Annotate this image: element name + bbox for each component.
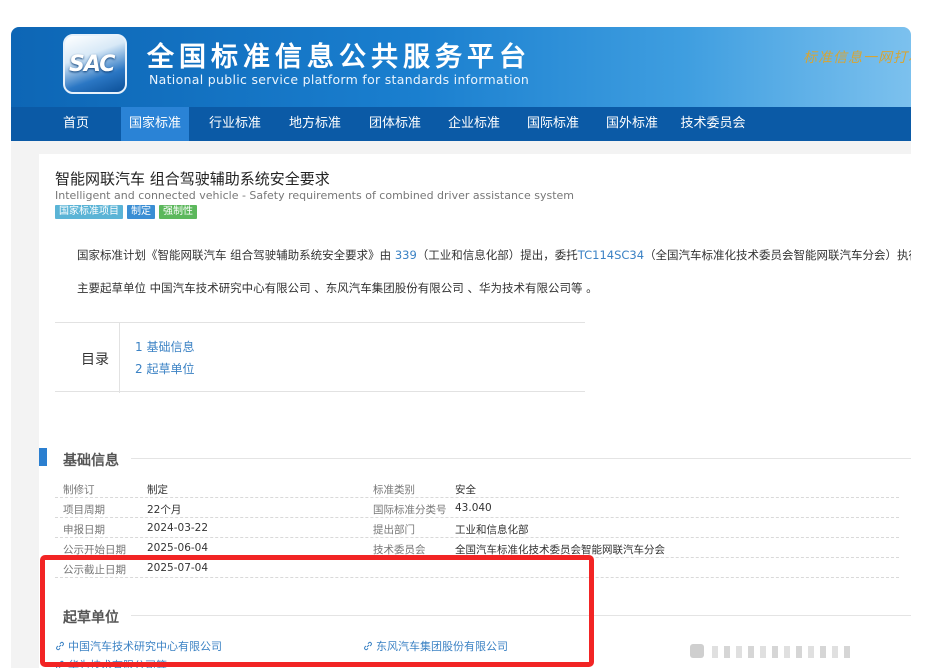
info-label: 申报日期	[63, 524, 105, 536]
info-row: 制修订 制定 标准类别 安全	[55, 478, 899, 498]
info-label: 标准类别	[373, 484, 415, 496]
nav-technical-committees[interactable]: 技术委员会	[675, 107, 751, 141]
section-rule	[131, 458, 911, 459]
nav-foreign-standards[interactable]: 国外标准	[598, 107, 666, 141]
sac-logo[interactable]: SAC	[63, 34, 127, 94]
summary-middle: （工业和信息化部）提出，委托	[416, 248, 578, 262]
info-label: 国际标准分类号	[373, 504, 447, 516]
toc-divider	[119, 323, 120, 393]
section-marker	[39, 448, 47, 466]
main-nav: 首页 国家标准 行业标准 地方标准 团体标准 企业标准 国际标准 国外标准 技术…	[11, 107, 911, 141]
site-subtitle: National public service platform for sta…	[149, 72, 530, 87]
badge-national-project: 国家标准项目	[55, 205, 123, 219]
committee-code-link[interactable]: TC114SC34	[578, 248, 644, 262]
summary-prefix: 国家标准计划《智能网联汽车 组合驾驶辅助系统安全要求》由	[77, 248, 395, 262]
page-gutter	[0, 0, 11, 668]
info-value: 2025-06-04	[147, 542, 209, 554]
proposer-department-link[interactable]: 工业和信息化部	[455, 522, 529, 537]
toc-item-basic-info[interactable]: 1 基础信息	[135, 338, 194, 355]
info-label: 提出部门	[373, 524, 415, 536]
badge-mandatory: 强制性	[159, 205, 197, 219]
nav-enterprise-standards[interactable]: 企业标准	[440, 107, 508, 141]
info-row: 申报日期 2024-03-22 提出部门 工业和信息化部	[55, 518, 899, 538]
watermark-strip	[690, 644, 850, 658]
badge-formulation: 制定	[127, 205, 155, 219]
nav-international-standards[interactable]: 国际标准	[519, 107, 587, 141]
toc-label: 目录	[81, 352, 109, 368]
red-highlight-box	[40, 555, 594, 667]
info-row: 项目周期 22个月 国际标准分类号 43.040	[55, 498, 899, 518]
logo-text: SAC	[69, 52, 115, 77]
site-slogan: 标准信息一网打尽	[803, 50, 911, 66]
nav-home[interactable]: 首页	[47, 107, 105, 141]
standard-badges: 国家标准项目 制定 强制性	[55, 205, 197, 219]
proposer-code-link[interactable]: 339	[395, 248, 417, 262]
summary-plan-line: 国家标准计划《智能网联汽车 组合驾驶辅助系统安全要求》由 339（工业和信息化部…	[77, 247, 911, 263]
nav-industry-standards[interactable]: 行业标准	[201, 107, 269, 141]
table-of-contents: 目录 1 基础信息 2 起草单位	[55, 322, 585, 393]
info-value: 43.040	[455, 502, 492, 514]
summary-drafters-line: 主要起草单位 中国汽车技术研究中心有限公司 、东风汽车集团股份有限公司 、华为技…	[77, 281, 598, 295]
info-value: 安全	[455, 484, 476, 496]
page: SAC 全国标准信息公共服务平台 National public service…	[0, 0, 930, 668]
site-title: 全国标准信息公共服务平台	[147, 42, 531, 73]
info-value: 2024-03-22	[147, 522, 209, 534]
toc-item-drafters[interactable]: 2 起草单位	[135, 360, 194, 377]
info-label: 制修订	[63, 484, 95, 496]
site-header: SAC 全国标准信息公共服务平台 National public service…	[11, 27, 911, 107]
info-value: 22个月	[147, 504, 182, 516]
nav-group-standards[interactable]: 团体标准	[361, 107, 429, 141]
info-label: 项目周期	[63, 504, 105, 516]
summary-suffix: （全国汽车标准化技术委员会智能网联汽车分会）执行 。	[644, 248, 911, 262]
nav-national-standards[interactable]: 国家标准	[121, 107, 189, 141]
nav-local-standards[interactable]: 地方标准	[281, 107, 349, 141]
standard-english-title: Intelligent and connected vehicle - Safe…	[55, 189, 575, 202]
basic-info-heading: 基础信息	[63, 453, 119, 469]
info-value: 制定	[147, 484, 168, 496]
standard-title: 智能网联汽车 组合驾驶辅助系统安全要求	[55, 170, 330, 188]
